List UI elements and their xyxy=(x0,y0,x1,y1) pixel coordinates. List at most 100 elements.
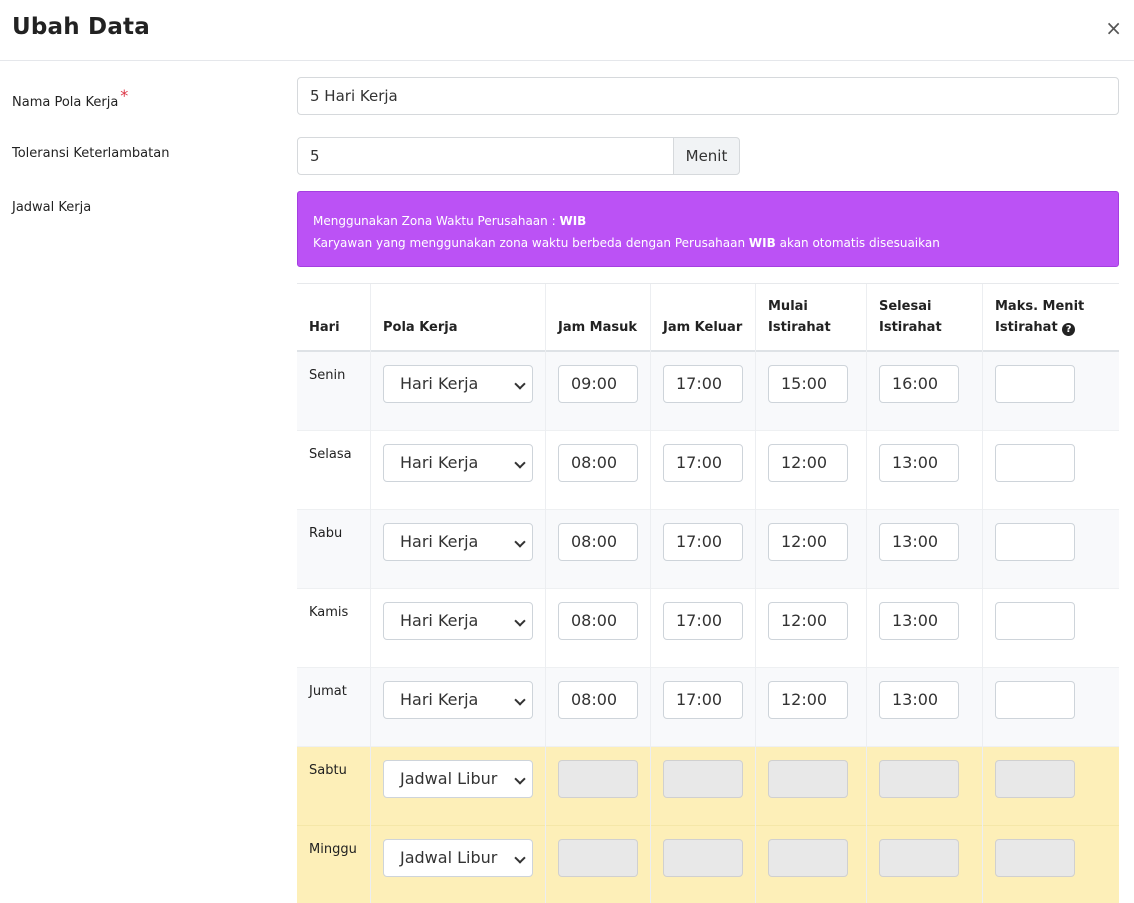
maks-menit-input[interactable] xyxy=(995,523,1075,561)
jam-keluar-input[interactable]: 17:00 xyxy=(663,365,743,403)
table-row: Minggu Jadwal Libur xyxy=(297,826,1119,903)
maks-menit-input[interactable] xyxy=(995,444,1075,482)
jam-keluar-input[interactable]: 17:00 xyxy=(663,523,743,561)
pola-kerja-select[interactable]: Hari Kerja xyxy=(383,602,533,640)
alert-line-1-text: Menggunakan Zona Waktu Perusahaan : xyxy=(313,214,560,228)
help-icon[interactable]: ? xyxy=(1062,323,1076,336)
column-divider xyxy=(545,284,546,903)
chevron-down-icon xyxy=(514,536,526,548)
modal-title: Ubah Data xyxy=(12,14,150,40)
day-name: Kamis xyxy=(309,605,349,620)
selesai-istirahat-input[interactable]: 13:00 xyxy=(879,602,959,640)
alert-line-2-suffix: akan otomatis disesuaikan xyxy=(775,236,940,250)
toleransi-label: Toleransi Keterlambatan xyxy=(12,146,170,161)
alert-zone: WIB xyxy=(559,214,587,228)
pola-kerja-select[interactable]: Hari Kerja xyxy=(383,365,533,403)
nama-pola-kerja-label-text: Nama Pola Kerja xyxy=(12,95,119,110)
pola-kerja-select-value: Hari Kerja xyxy=(400,374,479,393)
selesai-istirahat-input xyxy=(879,760,959,798)
selesai-istirahat-input[interactable]: 13:00 xyxy=(879,523,959,561)
header-pola-kerja: Pola Kerja xyxy=(383,320,458,335)
toleransi-input[interactable]: 5 xyxy=(297,137,674,175)
mulai-istirahat-input[interactable]: 12:00 xyxy=(768,523,848,561)
pola-kerja-select-value: Hari Kerja xyxy=(400,690,479,709)
mulai-istirahat-input xyxy=(768,760,848,798)
header-maks-line2: Istirahat ? xyxy=(995,317,1084,338)
jadwal-kerja-label: Jadwal Kerja xyxy=(12,200,92,215)
day-name: Sabtu xyxy=(309,763,347,778)
jam-keluar-input xyxy=(663,760,743,798)
mulai-istirahat-input[interactable]: 12:00 xyxy=(768,681,848,719)
header-maks-line1: Maks. Menit xyxy=(995,299,1085,314)
selesai-istirahat-input[interactable]: 16:00 xyxy=(879,365,959,403)
mulai-istirahat-input[interactable]: 12:00 xyxy=(768,602,848,640)
maks-menit-input[interactable] xyxy=(995,602,1075,640)
close-icon[interactable]: × xyxy=(1105,17,1122,39)
jam-keluar-input[interactable]: 17:00 xyxy=(663,602,743,640)
pola-kerja-select[interactable]: Jadwal Libur xyxy=(383,839,533,877)
selesai-istirahat-input[interactable]: 13:00 xyxy=(879,681,959,719)
mulai-istirahat-input xyxy=(768,839,848,877)
schedule-table: Hari Pola Kerja Jam Masuk Jam Keluar Mul… xyxy=(297,283,1119,903)
table-row: Jumat Hari Kerja 08:00 17:00 12:00 13:00 xyxy=(297,668,1119,747)
chevron-down-icon xyxy=(514,773,526,785)
alert-zone: WIB xyxy=(748,236,776,250)
alert-line-2: Karyawan yang menggunakan zona waktu ber… xyxy=(313,232,1103,254)
toleransi-unit-addon: Menit xyxy=(673,137,740,175)
jam-keluar-input[interactable]: 17:00 xyxy=(663,681,743,719)
pola-kerja-select-value: Hari Kerja xyxy=(400,453,479,472)
chevron-down-icon xyxy=(514,457,526,469)
column-divider xyxy=(755,284,756,903)
header-mulai-line1: Mulai xyxy=(768,299,808,314)
maks-menit-input xyxy=(995,760,1075,798)
header-selesai-istirahat: Selesai Istirahat xyxy=(879,296,942,338)
jam-masuk-input xyxy=(558,839,638,877)
maks-menit-input[interactable] xyxy=(995,681,1075,719)
maks-menit-input[interactable] xyxy=(995,365,1075,403)
alert-line-1: Menggunakan Zona Waktu Perusahaan : WIB xyxy=(313,210,1103,232)
day-name: Senin xyxy=(309,368,346,383)
nama-pola-kerja-input[interactable]: 5 Hari Kerja xyxy=(297,77,1119,115)
day-name: Minggu xyxy=(309,842,357,857)
pola-kerja-select[interactable]: Jadwal Libur xyxy=(383,760,533,798)
jam-keluar-input[interactable]: 17:00 xyxy=(663,444,743,482)
column-divider xyxy=(650,284,651,903)
jam-masuk-input[interactable]: 08:00 xyxy=(558,523,638,561)
pola-kerja-select-value: Jadwal Libur xyxy=(400,848,498,867)
jam-masuk-input[interactable]: 08:00 xyxy=(558,602,638,640)
table-row: Senin Hari Kerja 09:00 17:00 15:00 16:00 xyxy=(297,352,1119,431)
header-maks-menit-istirahat: Maks. Menit Istirahat ? xyxy=(995,296,1084,338)
pola-kerja-select-value: Hari Kerja xyxy=(400,611,479,630)
selesai-istirahat-input[interactable]: 13:00 xyxy=(879,444,959,482)
table-row: Sabtu Jadwal Libur xyxy=(297,747,1119,826)
mulai-istirahat-input[interactable]: 12:00 xyxy=(768,444,848,482)
selesai-istirahat-input xyxy=(879,839,959,877)
pola-kerja-select[interactable]: Hari Kerja xyxy=(383,444,533,482)
pola-kerja-select-value: Hari Kerja xyxy=(400,532,479,551)
table-row: Rabu Hari Kerja 08:00 17:00 12:00 13:00 xyxy=(297,510,1119,589)
maks-menit-input xyxy=(995,839,1075,877)
pola-kerja-select[interactable]: Hari Kerja xyxy=(383,523,533,561)
header-jam-keluar: Jam Keluar xyxy=(663,320,743,335)
alert-line-2-text: Karyawan yang menggunakan zona waktu ber… xyxy=(313,236,749,250)
header-maks-line2-text: Istirahat xyxy=(995,320,1058,335)
header-selesai-line2: Istirahat xyxy=(879,320,942,335)
table-header-row: Hari Pola Kerja Jam Masuk Jam Keluar Mul… xyxy=(297,284,1119,352)
header-mulai-istirahat: Mulai Istirahat xyxy=(768,296,831,338)
day-name: Rabu xyxy=(309,526,343,541)
day-name: Jumat xyxy=(309,684,347,699)
chevron-down-icon xyxy=(514,694,526,706)
jam-masuk-input[interactable]: 09:00 xyxy=(558,365,638,403)
required-mark: * xyxy=(120,86,129,105)
column-divider xyxy=(982,284,983,903)
jam-keluar-input xyxy=(663,839,743,877)
jam-masuk-input[interactable]: 08:00 xyxy=(558,444,638,482)
chevron-down-icon xyxy=(514,378,526,390)
header-jam-masuk: Jam Masuk xyxy=(558,320,638,335)
jam-masuk-input[interactable]: 08:00 xyxy=(558,681,638,719)
chevron-down-icon xyxy=(514,852,526,864)
header-selesai-line1: Selesai xyxy=(879,299,932,314)
mulai-istirahat-input[interactable]: 15:00 xyxy=(768,365,848,403)
pola-kerja-select[interactable]: Hari Kerja xyxy=(383,681,533,719)
pola-kerja-select-value: Jadwal Libur xyxy=(400,769,498,788)
